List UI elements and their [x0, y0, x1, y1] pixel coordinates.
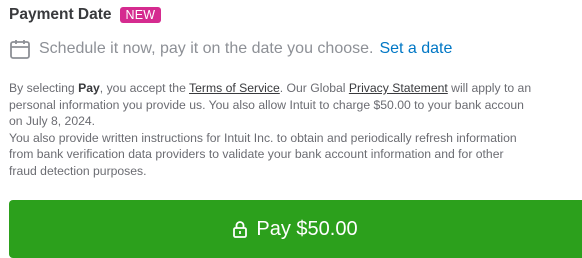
payment-date-title: Payment Date	[9, 6, 112, 23]
legal-text: will apply to an	[447, 81, 532, 95]
privacy-statement-link[interactable]: Privacy Statement	[349, 81, 448, 95]
legal-line-3: on July 8, 2024.	[9, 114, 96, 129]
pay-button-content: Pay $50.00	[232, 217, 358, 241]
pay-button-label: Pay $50.00	[256, 217, 358, 240]
legal-disclaimer: By selecting Pay, you accept the Terms o…	[9, 80, 582, 180]
pay-button[interactable]: Pay $50.00	[9, 200, 582, 258]
legal-text: , you accept the	[99, 81, 190, 95]
schedule-row: Schedule it now, pay it on the date you …	[9, 38, 452, 60]
legal-line-5: from bank verification data providers to…	[9, 147, 504, 162]
legal-pay-bold: Pay	[78, 81, 100, 95]
new-badge: NEW	[119, 7, 162, 23]
lock-icon	[233, 221, 248, 238]
terms-of-service-link[interactable]: Terms of Service	[189, 81, 280, 95]
schedule-text: Schedule it now, pay it on the date you …	[39, 40, 374, 57]
payment-date-header: Payment Date NEW	[9, 6, 162, 24]
legal-text: By selecting	[9, 81, 79, 95]
legal-line-6: fraud detection purposes.	[9, 163, 147, 178]
legal-text: . Our Global	[279, 81, 349, 95]
legal-line-4: You also provide written instructions fo…	[9, 130, 517, 145]
set-a-date-link[interactable]: Set a date	[379, 40, 452, 58]
calendar-icon	[10, 40, 30, 59]
legal-line-2: personal information you provide us. You…	[9, 97, 524, 112]
legal-line-1: By selecting Pay, you accept the Terms o…	[9, 80, 582, 97]
